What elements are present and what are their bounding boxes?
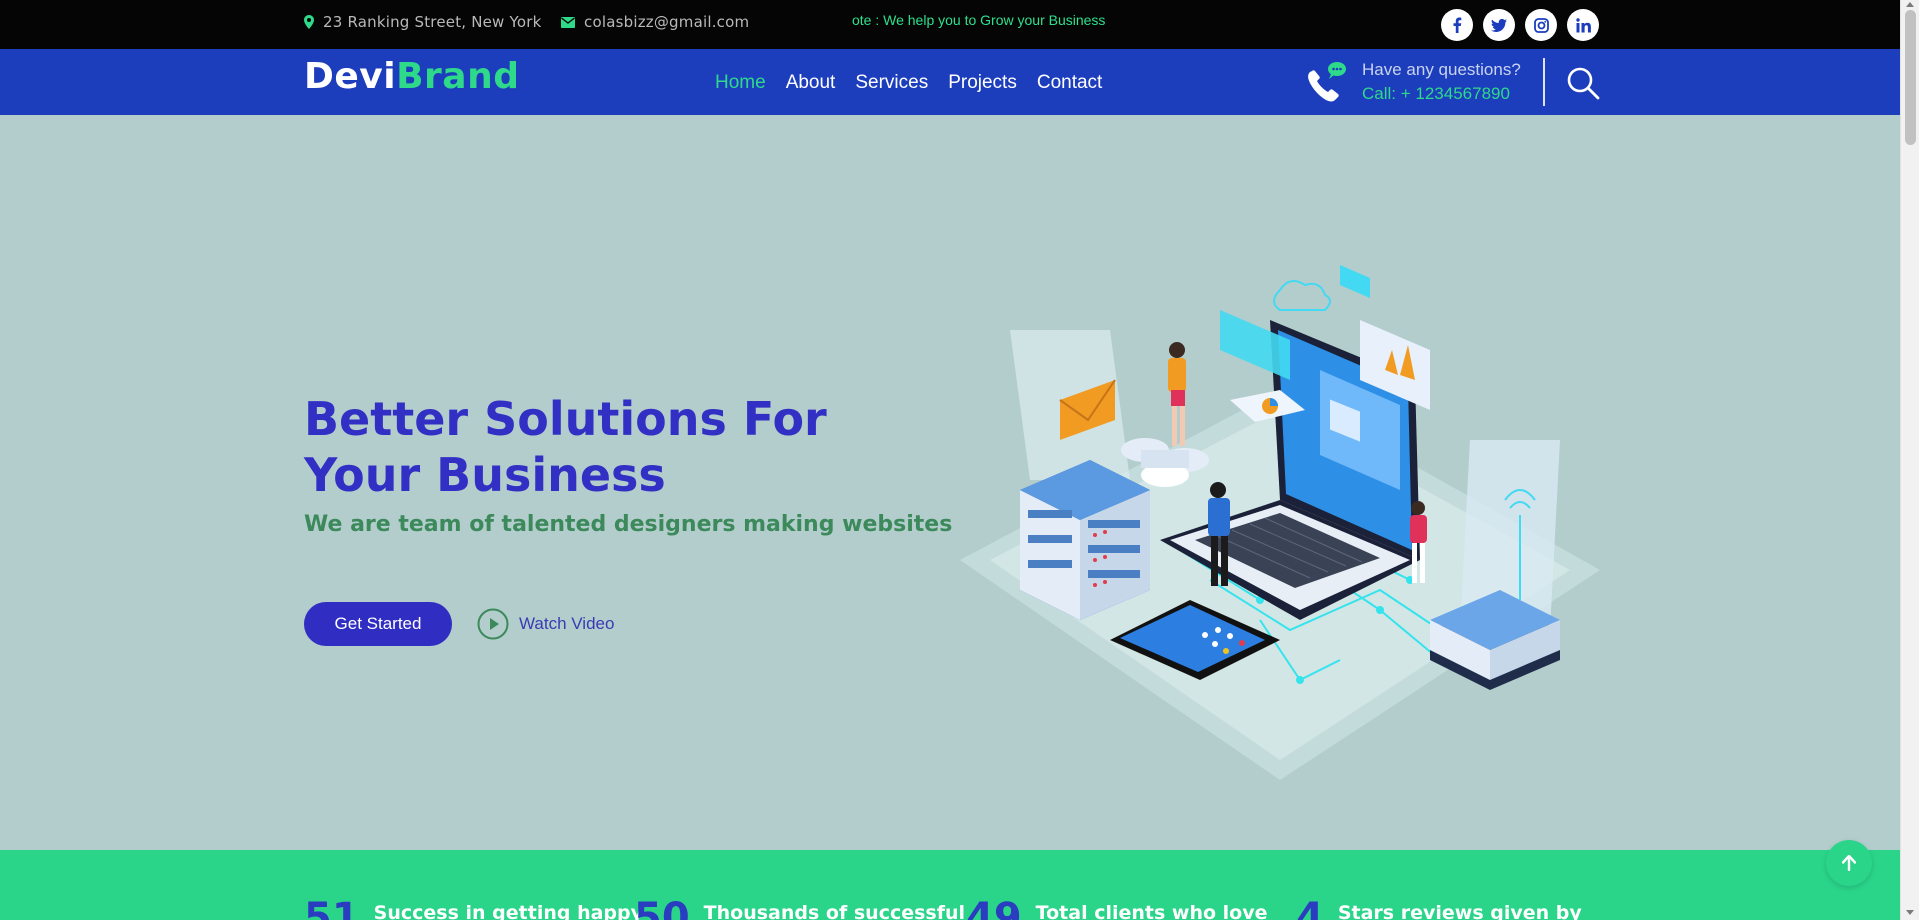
nav-item-services[interactable]: Services bbox=[855, 72, 928, 94]
envelope-icon bbox=[561, 16, 575, 28]
questions-text: Have any questions? bbox=[1362, 60, 1521, 79]
logo-part-2: Brand bbox=[396, 56, 520, 97]
nav-item-contact[interactable]: Contact bbox=[1037, 72, 1102, 94]
call-link[interactable]: Call: + 1234567890 bbox=[1362, 84, 1510, 104]
stats-strip: 51 Success in getting happy 50 Thousands… bbox=[0, 850, 1900, 920]
stat-label: Stars reviews given by bbox=[1337, 902, 1582, 920]
stat-number: 4 bbox=[1296, 895, 1324, 920]
stat-item: 4 Stars reviews given by bbox=[1296, 898, 1582, 920]
stat-label: Total clients who love bbox=[1035, 902, 1268, 920]
scroll-up-arrow-icon[interactable] bbox=[1906, 2, 1914, 7]
marquee-text: ote : We help you to Grow your Business bbox=[852, 12, 1106, 28]
stat-item: 50 Thousands of successful bbox=[634, 898, 965, 920]
stat-number: 50 bbox=[634, 895, 690, 920]
hero-title: Better Solutions For Your Business bbox=[304, 392, 827, 502]
scrollbar-thumb[interactable] bbox=[1905, 10, 1916, 145]
main-navbar: DeviBrand Home About Services Projects C… bbox=[0, 49, 1900, 115]
address-item: 23 Ranking Street, New York bbox=[304, 13, 542, 31]
social-links bbox=[1441, 9, 1599, 41]
page-scrollbar[interactable] bbox=[1900, 0, 1919, 920]
nav-item-home[interactable]: Home bbox=[715, 72, 766, 94]
logo-part-1: Devi bbox=[304, 56, 397, 97]
map-marker-icon bbox=[304, 15, 314, 29]
play-circle-icon bbox=[477, 608, 509, 640]
stat-number: 51 bbox=[304, 895, 360, 920]
arrow-up-icon bbox=[1842, 855, 1856, 871]
back-to-top-button[interactable] bbox=[1826, 840, 1872, 886]
email-item[interactable]: colasbizz@gmail.com bbox=[561, 13, 749, 31]
nav-menu: Home About Services Projects Contact bbox=[715, 72, 1102, 94]
nav-divider bbox=[1543, 58, 1545, 106]
stat-item: 49 Total clients who love bbox=[966, 898, 1268, 920]
facebook-icon[interactable] bbox=[1441, 9, 1473, 41]
logo[interactable]: DeviBrand bbox=[304, 56, 520, 97]
stat-item: 51 Success in getting happy bbox=[304, 898, 643, 920]
scroll-down-arrow-icon[interactable] bbox=[1906, 910, 1914, 915]
get-started-button[interactable]: Get Started bbox=[304, 602, 452, 646]
phone-chat-icon bbox=[1302, 60, 1348, 109]
instagram-icon[interactable] bbox=[1525, 9, 1557, 41]
hero-subtitle: We are team of talented designers making… bbox=[304, 512, 953, 537]
watch-video-label: Watch Video bbox=[519, 614, 615, 633]
watch-video-button[interactable]: Watch Video bbox=[477, 608, 614, 640]
address-text: 23 Ranking Street, New York bbox=[323, 13, 542, 31]
stat-label: Success in getting happy bbox=[373, 902, 644, 920]
twitter-icon[interactable] bbox=[1483, 9, 1515, 41]
stat-number: 49 bbox=[966, 895, 1022, 920]
stat-label: Thousands of successful bbox=[703, 902, 966, 920]
linkedin-icon[interactable] bbox=[1567, 9, 1599, 41]
email-text[interactable]: colasbizz@gmail.com bbox=[584, 13, 749, 31]
nav-item-about[interactable]: About bbox=[786, 72, 836, 94]
nav-item-projects[interactable]: Projects bbox=[948, 72, 1017, 94]
hero-illustration bbox=[960, 265, 1600, 780]
search-icon[interactable] bbox=[1565, 65, 1601, 106]
top-bar: 23 Ranking Street, New York colasbizz@gm… bbox=[0, 0, 1900, 49]
